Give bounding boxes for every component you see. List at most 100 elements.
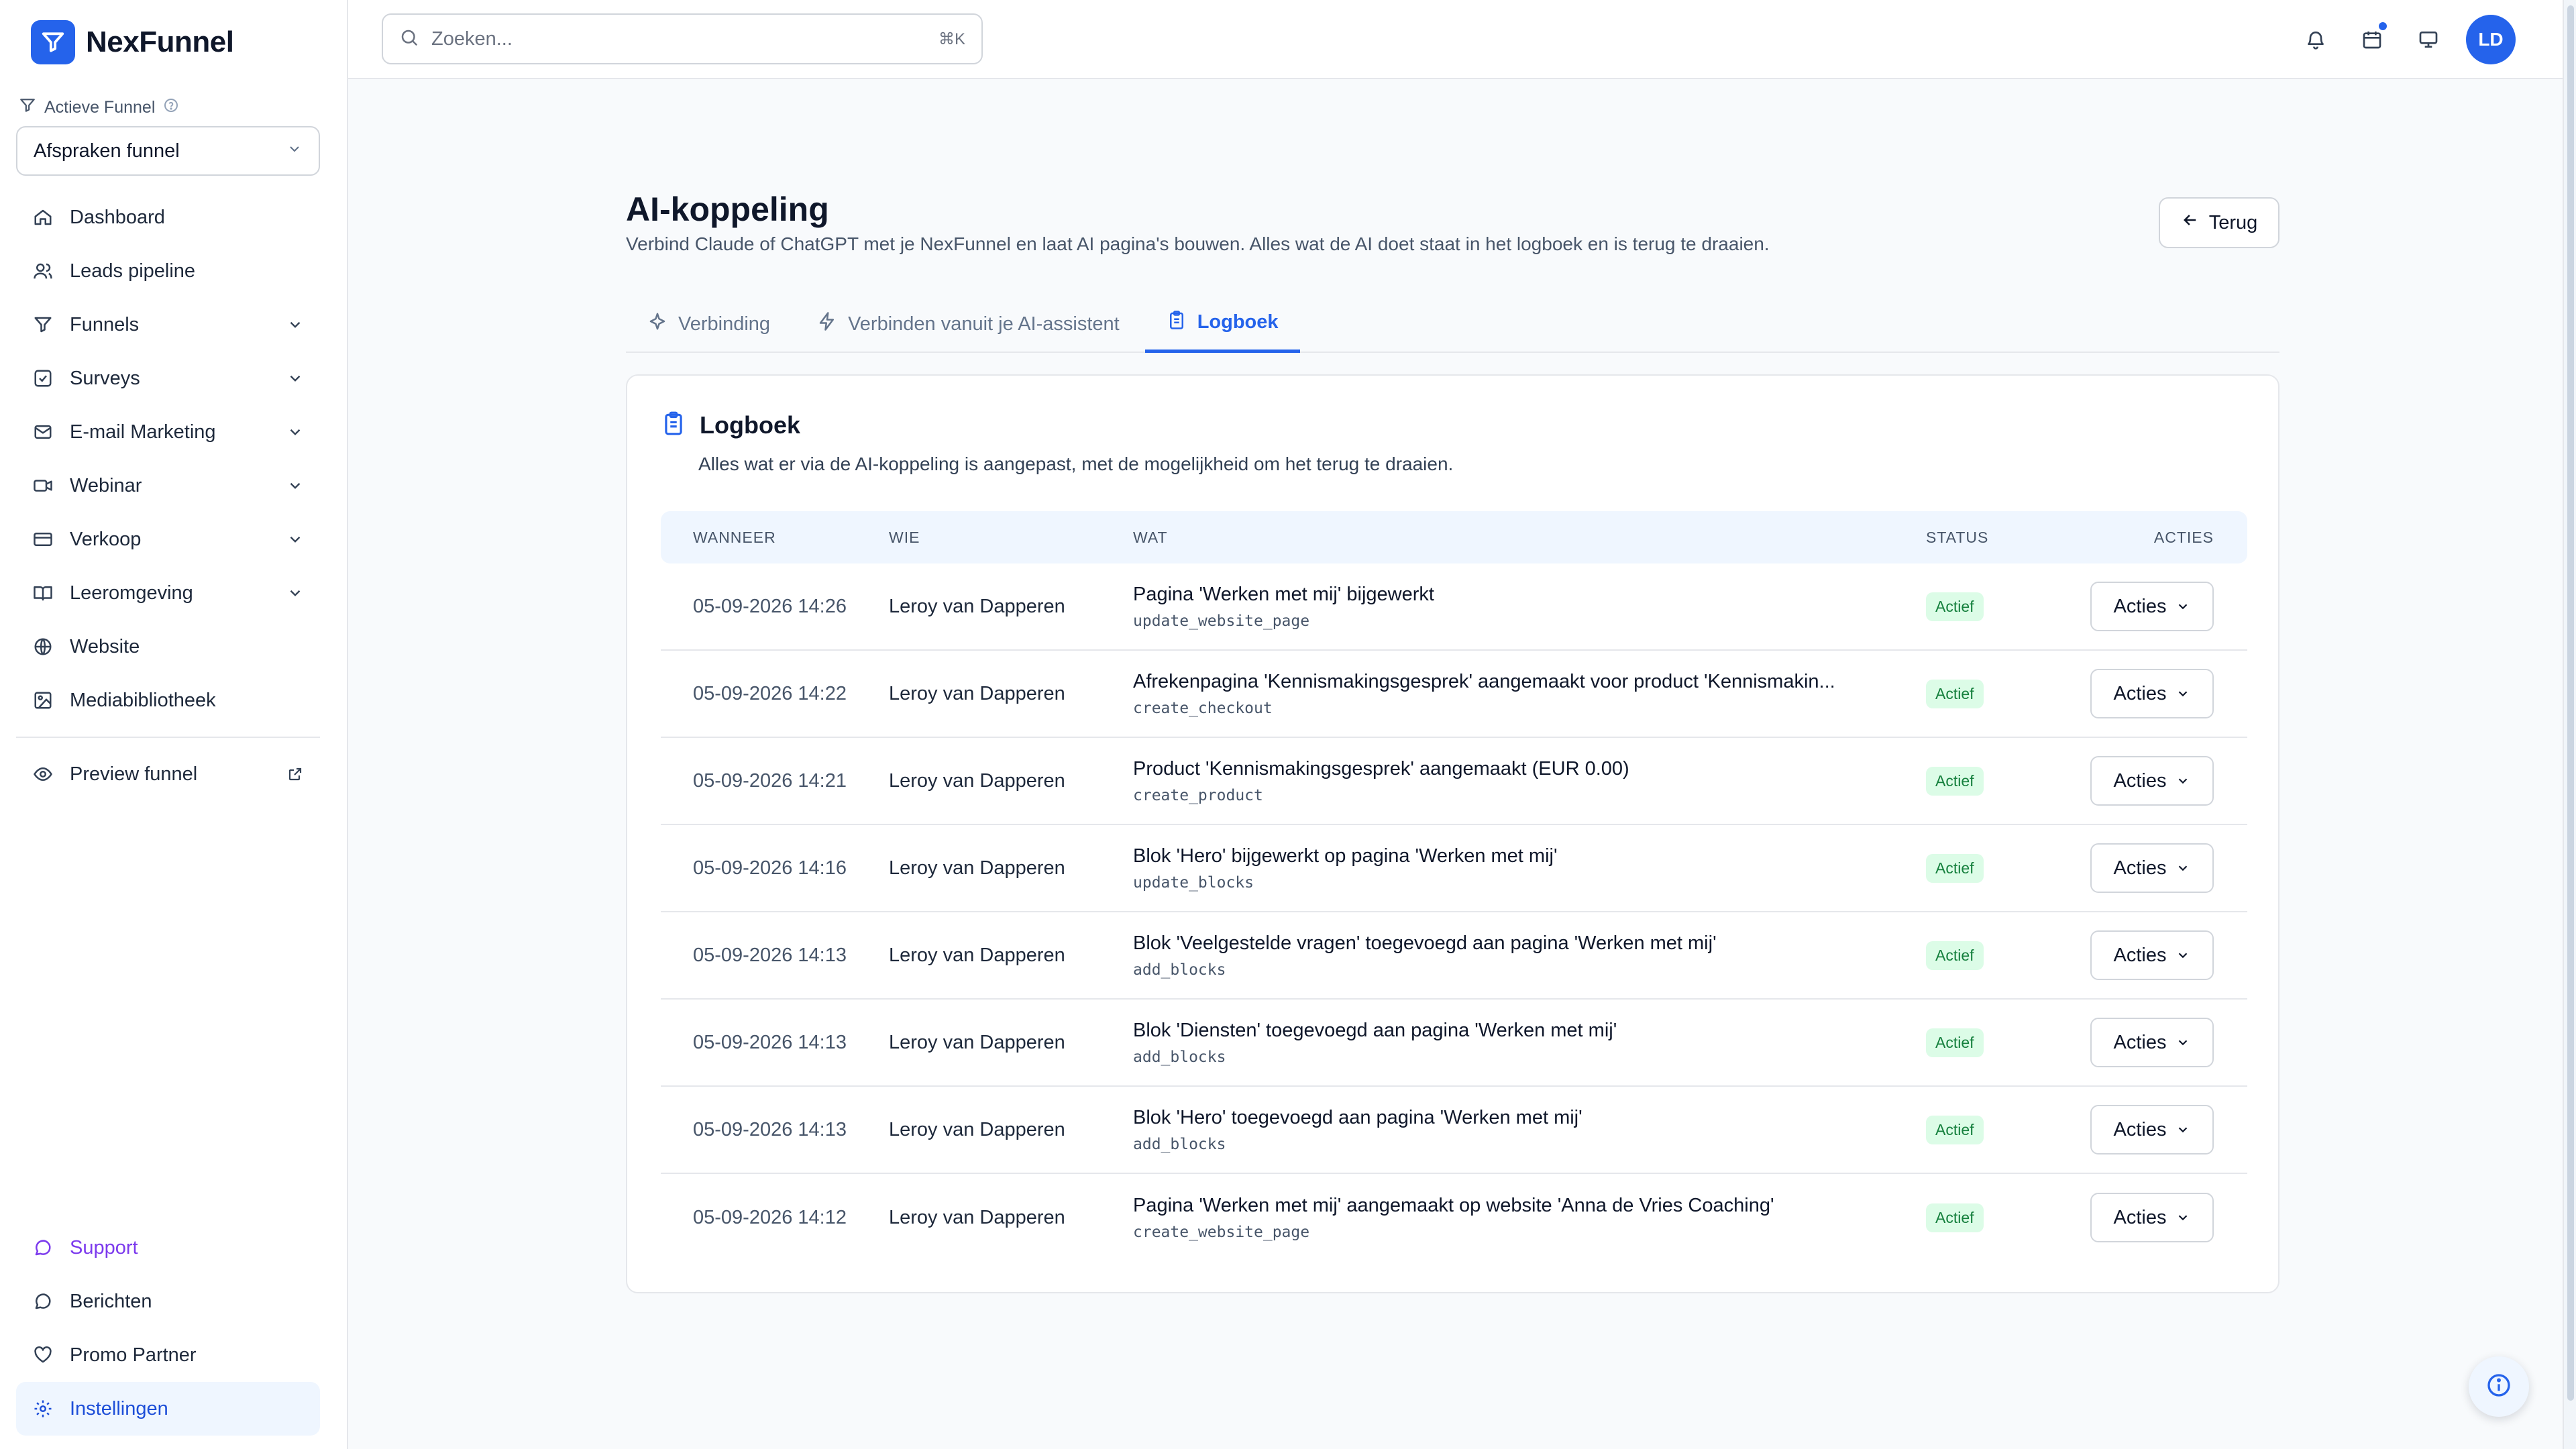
sidebar-item-preview-funnel[interactable]: Preview funnel bbox=[16, 747, 320, 801]
chevron-down-icon bbox=[2176, 948, 2190, 963]
table-header: WANNEER WIE WAT STATUS ACTIES bbox=[661, 511, 2247, 564]
cell-when: 05-09-2026 14:16 bbox=[693, 857, 847, 879]
tool-name: update_website_page bbox=[1133, 612, 1310, 630]
sidebar-item-surveys[interactable]: Surveys bbox=[16, 352, 320, 405]
eye-icon bbox=[31, 762, 55, 786]
actions-dropdown-button[interactable]: Acties bbox=[2090, 843, 2214, 893]
sidebar-item-label: Promo Partner bbox=[70, 1344, 197, 1366]
funnel-logo-icon bbox=[31, 20, 75, 64]
sidebar-item-support[interactable]: Support bbox=[16, 1221, 320, 1275]
cell-when: 05-09-2026 14:13 bbox=[693, 1031, 847, 1053]
page-scrollbar[interactable] bbox=[2563, 0, 2576, 1449]
sidebar-item-dashboard[interactable]: Dashboard bbox=[16, 191, 320, 244]
table-row: 05-09-2026 14:22 Leroy van Dapperen Afreke… bbox=[661, 651, 2247, 738]
actions-dropdown-button[interactable]: Acties bbox=[2090, 1105, 2214, 1155]
help-circle-icon[interactable] bbox=[163, 97, 179, 118]
page-subtitle: Verbind Claude of ChatGPT met je NexFunn… bbox=[626, 233, 1770, 254]
cell-status: Actief bbox=[1926, 592, 2060, 621]
credit-card-icon bbox=[31, 527, 55, 551]
cell-actions: Acties bbox=[2060, 669, 2247, 718]
sidebar-item-funnels[interactable]: Funnels bbox=[16, 298, 320, 352]
cell-when: 05-09-2026 14:13 bbox=[693, 944, 847, 966]
chevron-down-icon bbox=[286, 140, 303, 162]
actions-label: Acties bbox=[2113, 595, 2167, 617]
status-badge: Actief bbox=[1926, 766, 1984, 796]
sidebar-item-label: Funnels bbox=[70, 313, 140, 335]
tab-verbinding[interactable]: Verbinding bbox=[626, 295, 792, 353]
chevron-down-icon bbox=[2176, 861, 2190, 875]
actions-dropdown-button[interactable]: Acties bbox=[2090, 930, 2214, 980]
status-badge: Actief bbox=[1926, 1115, 1984, 1144]
tab-label: Logboek bbox=[1197, 311, 1279, 333]
filter-icon bbox=[19, 97, 36, 119]
sidebar-item-berichten[interactable]: Berichten bbox=[16, 1275, 320, 1328]
topbar-actions: LD bbox=[2284, 15, 2516, 64]
cell-what: Blok 'Hero' bijgewerkt op pagina 'Werken… bbox=[1133, 845, 1926, 892]
actions-dropdown-button[interactable]: Acties bbox=[2090, 669, 2214, 718]
globe-icon bbox=[31, 635, 55, 659]
tab-verbinden-vanuit-ai-assistent[interactable]: Verbinden vanuit je AI-assistent bbox=[796, 295, 1141, 353]
sidebar-item-leeromgeving[interactable]: Leeromgeving bbox=[16, 566, 320, 620]
cell-who: Leroy van Dapperen bbox=[889, 769, 1065, 792]
actions-label: Acties bbox=[2113, 1118, 2167, 1140]
search-input[interactable]: Zoeken... ⌘K bbox=[382, 13, 983, 64]
change-description: Blok 'Diensten' toegevoegd aan pagina 'W… bbox=[1133, 1019, 1617, 1041]
actions-label: Acties bbox=[2113, 1031, 2167, 1053]
sidebar-item-label: Berichten bbox=[70, 1290, 152, 1312]
cell-who: Leroy van Dapperen bbox=[889, 1118, 1065, 1140]
tool-name: create_website_page bbox=[1133, 1223, 1310, 1241]
bell-icon[interactable] bbox=[2292, 15, 2340, 64]
actions-dropdown-button[interactable]: Acties bbox=[2090, 756, 2214, 806]
monitor-icon[interactable] bbox=[2404, 15, 2453, 64]
cell-what: Pagina 'Werken met mij' bijgewerkt update… bbox=[1133, 584, 1926, 630]
cell-when: 05-09-2026 14:22 bbox=[693, 682, 847, 704]
table-row: 05-09-2026 14:13 Leroy van Dapperen Blok '… bbox=[661, 1087, 2247, 1174]
cell-who: Leroy van Dapperen bbox=[889, 595, 1065, 617]
sidebar-item-mediabibliotheek[interactable]: Mediabibliotheek bbox=[16, 674, 320, 727]
cell-when: 05-09-2026 14:21 bbox=[693, 769, 847, 792]
sidebar-item-label: Preview funnel bbox=[70, 763, 198, 785]
sidebar-item-webinar[interactable]: Webinar bbox=[16, 459, 320, 513]
logbook-card: Logboek Alles wat er via de AI-koppeling… bbox=[626, 374, 2279, 1293]
brand-logo[interactable]: NexFunnel bbox=[31, 20, 234, 64]
avatar[interactable]: LD bbox=[2466, 15, 2516, 64]
sidebar-item-instellingen[interactable]: Instellingen bbox=[16, 1382, 320, 1436]
sidebar-item-label: Webinar bbox=[70, 474, 142, 496]
active-funnel-text: Actieve Funnel bbox=[44, 98, 156, 117]
table-row: 05-09-2026 14:16 Leroy van Dapperen Blok '… bbox=[661, 825, 2247, 912]
sidebar-bottom-nav: Support Berichten Promo Partner Instelli… bbox=[16, 1221, 320, 1436]
cell-who: Leroy van Dapperen bbox=[889, 1031, 1065, 1053]
tool-name: add_blocks bbox=[1133, 1048, 1226, 1066]
tab-logboek[interactable]: Logboek bbox=[1144, 295, 1300, 353]
chevron-down-icon bbox=[2176, 599, 2190, 614]
change-description: Afrekenpagina 'Kennismakingsgesprek' aan… bbox=[1133, 670, 1835, 692]
status-badge: Actief bbox=[1926, 941, 1984, 970]
cell-actions: Acties bbox=[2060, 582, 2247, 631]
actions-dropdown-button[interactable]: Acties bbox=[2090, 1018, 2214, 1067]
actions-dropdown-button[interactable]: Acties bbox=[2090, 1193, 2214, 1242]
message-icon bbox=[31, 1289, 55, 1313]
search-shortcut: ⌘K bbox=[938, 30, 965, 48]
sidebar-item-verkoop[interactable]: Verkoop bbox=[16, 513, 320, 566]
sidebar-item-website[interactable]: Website bbox=[16, 620, 320, 674]
scrollbar-thumb[interactable] bbox=[2567, 5, 2574, 1401]
table-body: 05-09-2026 14:26 Leroy van Dapperen Pagina… bbox=[661, 564, 2247, 1261]
cell-what: Blok 'Diensten' toegevoegd aan pagina 'W… bbox=[1133, 1020, 1926, 1066]
back-button[interactable]: Terug bbox=[2159, 197, 2279, 248]
cell-who: Leroy van Dapperen bbox=[889, 1206, 1065, 1228]
sidebar-item-promo-partner[interactable]: Promo Partner bbox=[16, 1328, 320, 1382]
sparkle-icon bbox=[647, 311, 667, 337]
active-funnel-select[interactable]: Afspraken funnel bbox=[16, 126, 320, 176]
sidebar-item-email-marketing[interactable]: E-mail Marketing bbox=[16, 405, 320, 459]
actions-dropdown-button[interactable]: Acties bbox=[2090, 582, 2214, 631]
sidebar-item-label: Mediabibliotheek bbox=[70, 689, 216, 711]
calendar-icon[interactable] bbox=[2348, 15, 2396, 64]
sidebar-divider bbox=[16, 737, 320, 738]
chevron-down-icon bbox=[285, 315, 305, 335]
cell-what: Blok 'Hero' toegevoegd aan pagina 'Werke… bbox=[1133, 1107, 1926, 1153]
sidebar-item-leads-pipeline[interactable]: Leads pipeline bbox=[16, 244, 320, 298]
status-badge: Actief bbox=[1926, 853, 1984, 883]
info-button[interactable] bbox=[2469, 1356, 2529, 1417]
chevron-down-icon bbox=[2176, 1210, 2190, 1225]
tool-name: update_blocks bbox=[1133, 873, 1254, 892]
